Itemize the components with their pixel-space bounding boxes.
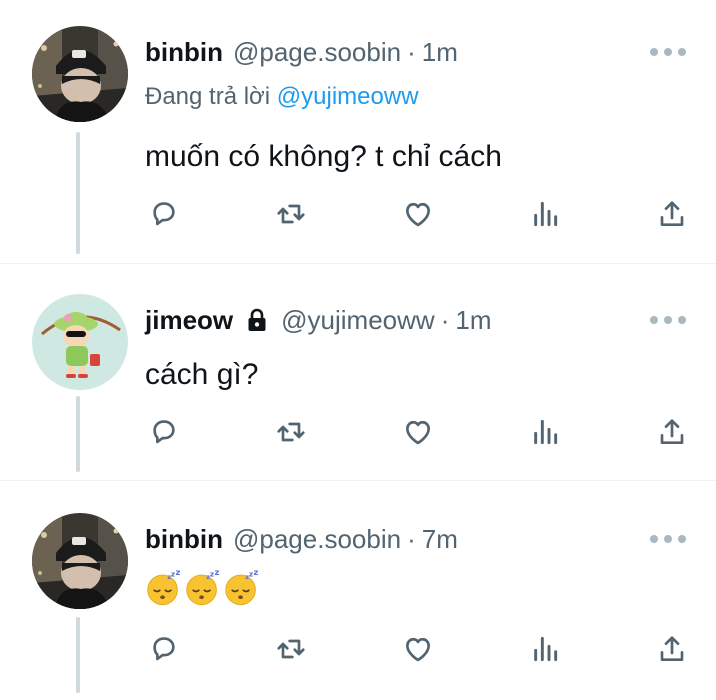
like-icon [402, 416, 434, 448]
views-icon [529, 416, 561, 448]
retweet-icon [275, 633, 307, 665]
timestamp[interactable]: 1m [455, 302, 491, 338]
reply-button[interactable] [144, 412, 184, 452]
reply-icon [148, 633, 180, 665]
separator-dot: · [440, 305, 450, 335]
display-name[interactable]: binbin [145, 34, 223, 70]
retweet-icon [275, 198, 307, 230]
more-dot-icon [678, 48, 686, 56]
reply-icon [148, 198, 180, 230]
reply-button[interactable] [144, 629, 184, 669]
share-button[interactable] [652, 629, 692, 669]
more-dot-icon [664, 535, 672, 543]
cartoon-avatar-icon [32, 294, 128, 390]
views-icon [529, 198, 561, 230]
retweet-button[interactable] [271, 412, 311, 452]
tweet-text: cách gì? [145, 358, 259, 391]
reply-button[interactable] [144, 194, 184, 234]
more-options-button[interactable] [650, 314, 690, 326]
share-button[interactable] [652, 194, 692, 234]
avatar[interactable] [32, 513, 128, 609]
more-options-button[interactable] [650, 533, 690, 545]
mention-link[interactable]: @yujimeoww [277, 83, 419, 110]
more-options-button[interactable] [650, 46, 690, 58]
more-dot-icon [650, 535, 658, 543]
tweet-header: binbin @page.soobin · 1m [145, 34, 458, 70]
more-dot-icon [678, 535, 686, 543]
display-name[interactable]: binbin [145, 521, 223, 557]
action-bar [0, 629, 716, 669]
display-name[interactable]: jimeow [145, 302, 233, 338]
tweet-3[interactable]: binbin @page.soobin · 7m [0, 481, 716, 700]
share-icon [656, 633, 688, 665]
tweet-1[interactable]: binbin @page.soobin · 1m Đang trả lời @y… [0, 0, 716, 263]
more-dot-icon [650, 316, 658, 324]
like-button[interactable] [398, 629, 438, 669]
replying-to-label: Đang trả lời [145, 83, 277, 110]
profile-photo-icon [32, 513, 128, 609]
retweet-button[interactable] [271, 194, 311, 234]
replying-to: Đang trả lời @yujimeoww [145, 80, 419, 114]
profile-photo-icon [32, 26, 128, 122]
more-dot-icon [678, 316, 686, 324]
lock-icon [248, 308, 266, 331]
tweet-header: binbin @page.soobin · 7m [145, 521, 458, 557]
views-button[interactable] [525, 412, 565, 452]
avatar[interactable] [32, 294, 128, 390]
more-dot-icon [650, 48, 658, 56]
sleeping-face-icon [223, 569, 260, 607]
like-button[interactable] [398, 412, 438, 452]
share-button[interactable] [652, 412, 692, 452]
timestamp[interactable]: 7m [422, 521, 458, 557]
avatar[interactable] [32, 26, 128, 122]
retweet-button[interactable] [271, 629, 311, 669]
reply-icon [148, 416, 180, 448]
separator-dot: · [407, 524, 416, 554]
views-button[interactable] [525, 629, 565, 669]
like-icon [402, 633, 434, 665]
views-icon [529, 633, 561, 665]
action-bar [0, 412, 716, 452]
share-icon [656, 416, 688, 448]
like-icon [402, 198, 434, 230]
retweet-icon [275, 416, 307, 448]
user-handle[interactable]: @page.soobin [233, 521, 401, 557]
user-handle[interactable]: @page.soobin [233, 34, 401, 70]
views-button[interactable] [525, 194, 565, 234]
action-bar [0, 194, 716, 234]
timestamp[interactable]: 1m [422, 34, 458, 70]
more-dot-icon [664, 48, 672, 56]
thread-line [76, 132, 80, 254]
sleeping-face-icon [145, 569, 182, 607]
tweet-text: muốn có không? t chỉ cách [145, 140, 502, 173]
user-handle[interactable]: @yujimeoww [281, 302, 435, 338]
like-button[interactable] [398, 194, 438, 234]
share-icon [656, 198, 688, 230]
sleeping-face-icon [184, 569, 221, 607]
separator-dot: · [407, 37, 416, 67]
tweet-emojis [145, 569, 260, 611]
more-dot-icon [664, 316, 672, 324]
tweet-2[interactable]: jimeow @yujimeoww · 1m cách gì? [0, 264, 716, 480]
tweet-header: jimeow @yujimeoww · 1m [145, 302, 491, 338]
